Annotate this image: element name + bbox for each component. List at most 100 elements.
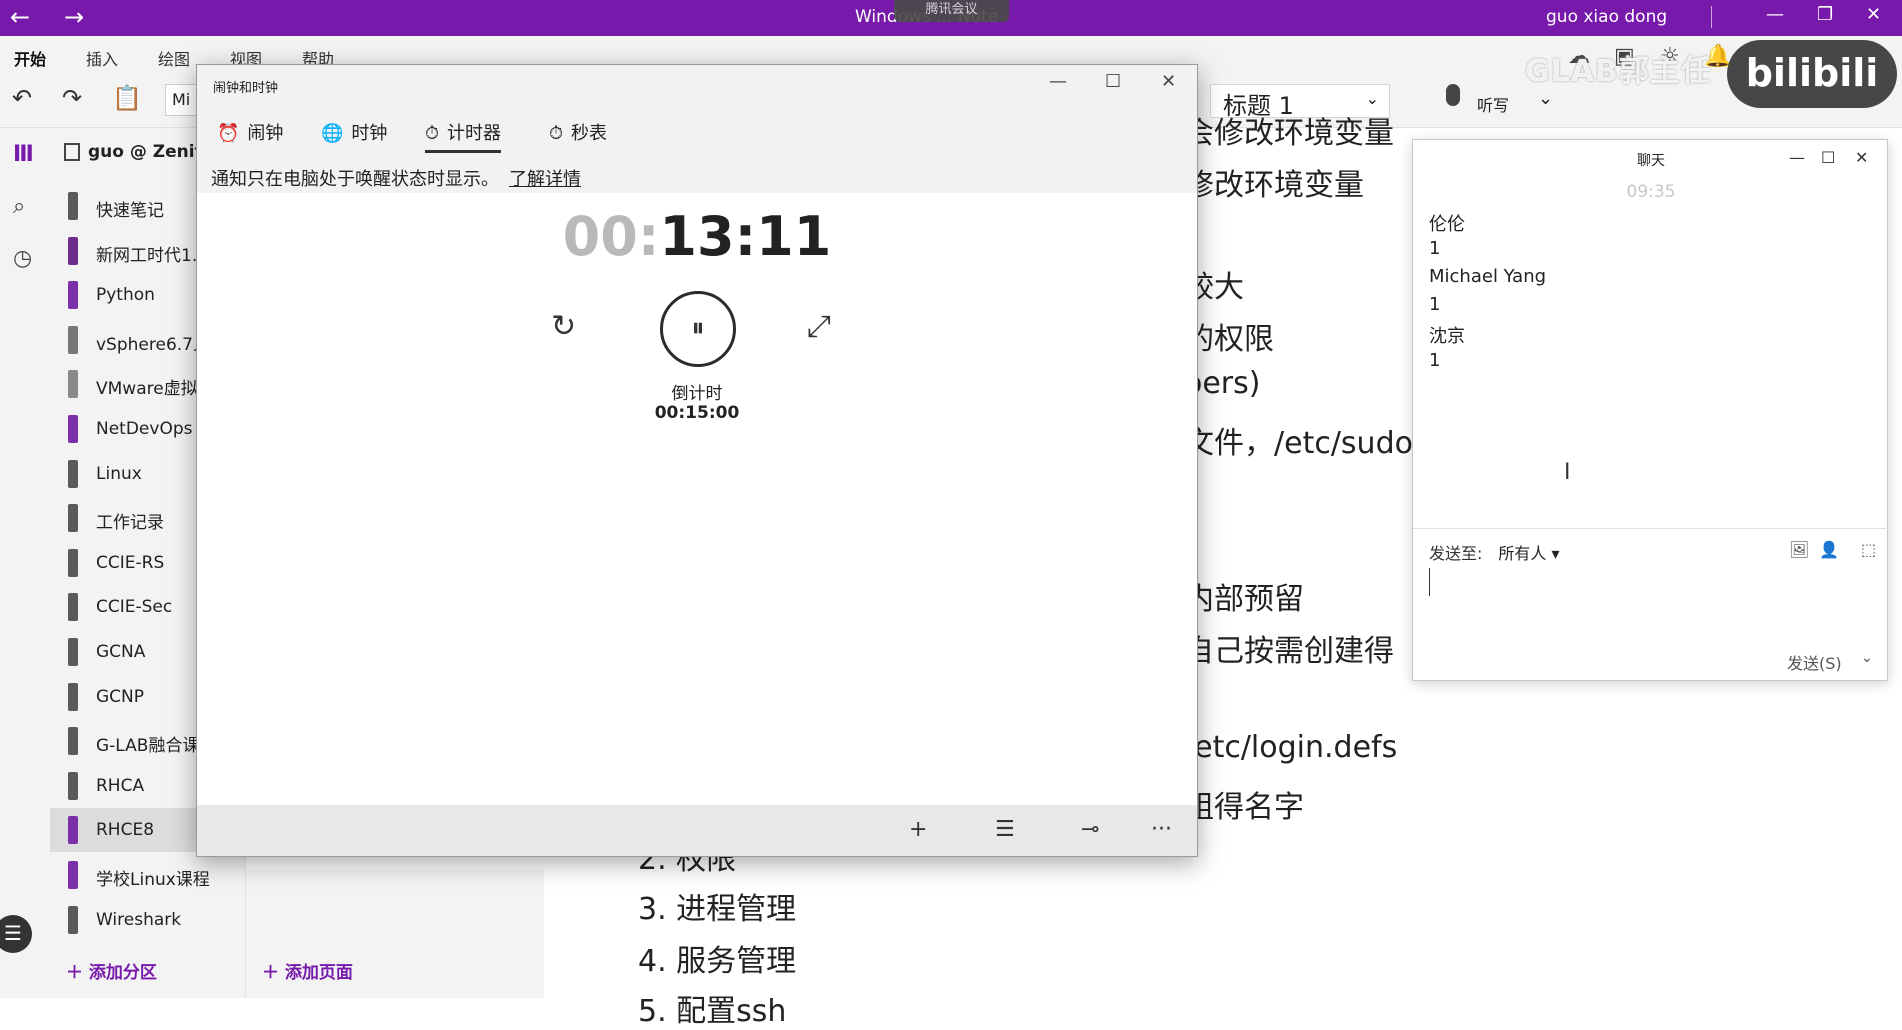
note-line[interactable]: 修改环境变量 <box>1184 160 1364 204</box>
notebook-header[interactable]: guo @ Zenith <box>64 142 215 162</box>
maximize-icon[interactable]: ☐ <box>1821 148 1835 167</box>
note-line[interactable]: /etc/login.defs <box>1184 730 1397 765</box>
chat-window: 聊天 — ☐ ✕ 09:35 伦伦 1 Michael Yang 1 沈京 1 … <box>1412 139 1889 681</box>
notebook-label: 学校Linux课程 <box>96 870 210 890</box>
notebook-label: NetDevOps <box>96 419 193 439</box>
notebook-icon <box>68 548 78 577</box>
add-section-button[interactable]: ＋ 添加分区 <box>66 958 157 983</box>
tab-insert[interactable]: 插入 <box>86 46 118 70</box>
tab-timer-label: 计时器 <box>447 123 502 144</box>
notebook-label: RHCE8 <box>96 820 155 841</box>
back-arrow-icon[interactable]: ← <box>10 3 30 31</box>
chat-input[interactable] <box>1429 568 1430 596</box>
expand-icon[interactable]: ⤢ <box>807 309 831 344</box>
notebook-label: 新网工时代1.0 <box>96 245 209 266</box>
tab-draw[interactable]: 绘图 <box>158 46 190 70</box>
notebook-label: G-LAB融合课 <box>96 736 200 757</box>
undo-icon[interactable]: ↶ <box>12 84 32 112</box>
chat-message: Michael Yang <box>1429 266 1547 287</box>
chevron-down-icon[interactable]: ⌄ <box>1861 650 1873 666</box>
notebook-icon <box>68 370 78 399</box>
notebook-icon <box>64 143 80 161</box>
forward-arrow-icon[interactable]: → <box>64 3 84 31</box>
chat-message: 1 <box>1429 350 1441 371</box>
bilibili-logo: bilibili <box>1727 40 1897 108</box>
chat-message: 1 <box>1429 294 1441 315</box>
notebook-icon <box>68 281 78 310</box>
notebooks-icon[interactable]: Ⅲ <box>13 142 34 167</box>
text-cursor-icon: I <box>1564 460 1571 485</box>
notebook-icon <box>68 415 78 443</box>
note-line[interactable]: 文件，/etc/sudo <box>1184 418 1413 462</box>
recent-clock-icon[interactable]: ◷ <box>13 246 32 271</box>
clock-window-title: 闹钟和时钟 <box>213 81 279 96</box>
tab-stopwatch[interactable]: ⏱ 秒表 <box>549 119 607 145</box>
notebook-icon <box>68 192 78 220</box>
notification-notice: 通知只在电脑处于唤醒状态时显示。 了解详情 <box>211 165 581 191</box>
note-line[interactable]: 4. 服务管理 <box>638 936 796 980</box>
notebook-item[interactable]: 学校Linux课程 <box>50 853 246 897</box>
notebook-label: GCNA <box>96 642 146 662</box>
countdown-total: 00:15:00 <box>654 403 740 423</box>
tab-alarm[interactable]: ⏰ 闹钟 <box>217 119 283 145</box>
edit-list-icon[interactable]: ☰ <box>995 817 1015 842</box>
note-line[interactable]: 3. 进程管理 <box>638 884 796 928</box>
meeting-overlay: 腾讯会议 <box>894 0 1009 22</box>
maximize-icon[interactable]: ☐ <box>1105 71 1121 92</box>
user-name[interactable]: guo xiao dong <box>1546 7 1667 27</box>
pause-icon: ⏸ <box>691 313 705 343</box>
add-page-button[interactable]: ＋ 添加页面 <box>262 958 353 983</box>
chat-title: 聊天 <box>1637 153 1665 169</box>
dictate-button[interactable]: 听写 <box>1477 92 1509 116</box>
microphone-icon[interactable] <box>1446 84 1460 106</box>
notebook-icon <box>68 504 78 533</box>
notebook-label: Python <box>96 285 155 306</box>
reset-icon[interactable]: ↻ <box>551 309 576 344</box>
close-icon[interactable]: ✕ <box>1866 4 1881 25</box>
learn-more-link[interactable]: 了解详情 <box>509 169 581 190</box>
add-section-label: 添加分区 <box>88 963 157 983</box>
globe-icon: 🌐 <box>321 123 344 144</box>
notebook-item[interactable]: Wireshark <box>50 898 246 942</box>
minimize-icon[interactable]: — <box>1766 4 1784 25</box>
tab-home[interactable]: 开始 <box>14 46 47 76</box>
tab-world-clock[interactable]: 🌐 时钟 <box>321 119 387 145</box>
chat-timestamp: 09:35 <box>1626 182 1676 202</box>
clipboard-icon[interactable]: 📋 <box>112 84 142 112</box>
send-to-value[interactable]: 所有人 ▾ <box>1498 544 1559 563</box>
add-timer-icon[interactable]: + <box>909 817 927 842</box>
pin-icon[interactable]: ⊸ <box>1081 817 1099 842</box>
search-icon[interactable]: ⌕ <box>13 194 25 219</box>
navigation-menu-icon[interactable]: ☰ <box>0 915 32 953</box>
chat-divider <box>1413 528 1889 529</box>
notebook-icon <box>68 593 78 622</box>
chevron-down-icon[interactable]: ⌄ <box>1538 88 1553 109</box>
send-to-selector[interactable]: 发送至: 所有人 ▾ <box>1429 540 1560 564</box>
redo-icon[interactable]: ↷ <box>62 84 82 112</box>
note-line[interactable]: 自己按需创建得 <box>1184 626 1394 670</box>
pause-button[interactable]: ⏸ <box>660 291 736 367</box>
minimize-icon[interactable]: — <box>1049 71 1067 92</box>
notebook-icon <box>68 236 78 265</box>
left-rail: Ⅲ ⌕ ◷ ☰ <box>0 128 50 998</box>
screenshot-icon[interactable]: ⬚ <box>1861 540 1876 559</box>
chat-message: 伦伦 <box>1429 214 1465 235</box>
note-line[interactable]: 内部预留 <box>1184 574 1304 618</box>
close-icon[interactable]: ✕ <box>1855 148 1868 167</box>
notebook-icon <box>68 459 78 488</box>
maximize-icon[interactable]: ❐ <box>1817 4 1833 25</box>
notebook-icon <box>68 861 78 889</box>
watermark-text: GLAB郭主任 <box>1525 54 1712 89</box>
image-icon[interactable]: 🖼 <box>1789 540 1809 559</box>
chevron-down-icon: ⌄ <box>1365 89 1379 108</box>
title-separator <box>1711 6 1712 28</box>
more-icon[interactable]: ··· <box>1151 817 1172 842</box>
minimize-icon[interactable]: — <box>1789 148 1805 167</box>
note-line[interactable]: 会修改环境变量 <box>1184 108 1394 152</box>
note-line[interactable]: 5. 配置ssh <box>638 986 786 1030</box>
note-line[interactable]: 组得名字 <box>1184 782 1304 826</box>
tab-timer[interactable]: ⏱ 计时器 <box>425 119 502 153</box>
close-icon[interactable]: ✕ <box>1161 71 1176 92</box>
send-button[interactable]: 发送(S) <box>1787 650 1842 674</box>
mention-icon[interactable]: 👤 <box>1819 540 1839 559</box>
